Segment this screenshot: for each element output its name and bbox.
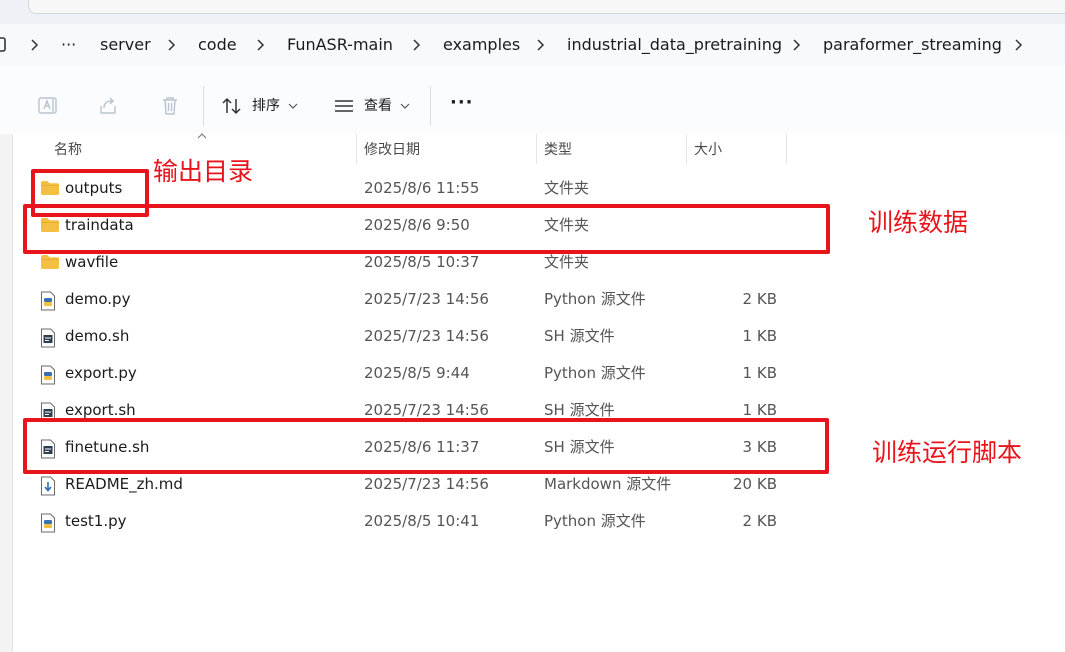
chevron-right-icon[interactable]	[789, 37, 805, 53]
annotation-label-traindata: 训练数据	[868, 208, 969, 237]
file-type: 文件夹	[544, 179, 590, 197]
command-bar: 排序 查看 ···	[0, 66, 1065, 135]
file-modified-date: 2025/8/5 10:41	[364, 512, 480, 530]
file-name: demo.sh	[65, 327, 130, 345]
file-list: 名称 修改日期 类型 大小 outputs 2025/8/6 11:55 文件夹 tr…	[0, 133, 1065, 652]
breadcrumb-item-industrial-data-pretraining[interactable]: industrial_data_pretraining	[567, 35, 782, 55]
annotation-label-outputs: 输出目录	[153, 157, 254, 186]
annotation-box-finetune	[23, 418, 829, 474]
breadcrumb-item-code[interactable]: code	[198, 35, 237, 55]
breadcrumb-overflow[interactable]: ···	[61, 35, 76, 55]
file-size: 20 KB	[733, 475, 777, 493]
file-row-export-py[interactable]: export.py 2025/8/5 9:44 Python 源文件 1 KB	[22, 356, 822, 390]
chevron-down-icon[interactable]	[288, 102, 298, 110]
python-file-icon	[40, 291, 56, 315]
python-file-icon	[40, 513, 56, 537]
file-size: 1 KB	[742, 327, 777, 345]
column-divider[interactable]	[356, 134, 357, 164]
file-size: 1 KB	[742, 364, 777, 382]
file-row-test1-py[interactable]: test1.py 2025/8/5 10:41 Python 源文件 2 KB	[22, 504, 822, 538]
sort-icon[interactable]	[221, 96, 243, 116]
column-divider[interactable]	[536, 134, 537, 164]
file-modified-date: 2025/7/23 14:56	[364, 290, 489, 308]
delete-icon[interactable]	[159, 95, 181, 117]
file-name: test1.py	[65, 512, 127, 530]
file-modified-date: 2025/8/5 9:44	[364, 364, 470, 382]
breadcrumb-item-server[interactable]: server	[100, 35, 151, 55]
column-header-modified[interactable]: 修改日期	[364, 141, 420, 159]
more-options-button[interactable]: ···	[450, 94, 474, 112]
file-type: Python 源文件	[544, 512, 646, 530]
file-name: README_zh.md	[65, 475, 183, 493]
annotation-label-finetune: 训练运行脚本	[872, 438, 1023, 467]
file-row-demo-py[interactable]: demo.py 2025/7/23 14:56 Python 源文件 2 KB	[22, 282, 822, 316]
navigation-pane-edge	[0, 134, 13, 652]
file-modified-date: 2025/7/23 14:56	[364, 327, 489, 345]
chevron-right-icon[interactable]	[533, 37, 549, 53]
file-size: 2 KB	[742, 512, 777, 530]
toolbar-divider	[203, 86, 204, 126]
column-divider[interactable]	[786, 134, 787, 164]
file-row-demo-sh[interactable]: demo.sh 2025/7/23 14:56 SH 源文件 1 KB	[22, 319, 822, 353]
sort-ascending-icon	[197, 133, 207, 139]
chevron-right-icon[interactable]	[409, 37, 425, 53]
title-strip	[0, 0, 1065, 24]
file-type: SH 源文件	[544, 327, 615, 345]
breadcrumb-item-examples[interactable]: examples	[443, 35, 520, 55]
file-name: wavfile	[65, 253, 119, 271]
rename-icon[interactable]	[37, 95, 59, 117]
column-header-name[interactable]: 名称	[54, 141, 82, 159]
column-divider[interactable]	[686, 134, 687, 164]
browser-tab[interactable]	[28, 0, 1065, 14]
chevron-right-icon[interactable]	[1011, 37, 1027, 53]
file-type: Python 源文件	[544, 364, 646, 382]
column-header-type[interactable]: 类型	[544, 141, 572, 159]
breadcrumb-item-funasr-main[interactable]: FunASR-main	[287, 35, 393, 55]
share-icon[interactable]	[98, 95, 120, 117]
breadcrumb-item-paraformer-streaming[interactable]: paraformer_streaming	[823, 35, 1002, 55]
file-type: 文件夹	[544, 253, 590, 271]
chevron-right-icon[interactable]	[164, 37, 180, 53]
toolbar-divider	[430, 86, 431, 126]
sort-button[interactable]: 排序	[252, 97, 280, 115]
markdown-file-icon	[40, 476, 56, 500]
file-name: demo.py	[65, 290, 131, 308]
view-icon[interactable]	[333, 97, 355, 115]
column-header-size[interactable]: 大小	[694, 141, 722, 159]
file-modified-date: 2025/8/6 11:55	[364, 179, 480, 197]
chevron-right-icon[interactable]	[27, 37, 43, 53]
shell-file-icon	[40, 328, 56, 352]
python-file-icon	[40, 365, 56, 389]
folder-icon	[40, 254, 60, 274]
file-type: Markdown 源文件	[544, 475, 672, 493]
view-button[interactable]: 查看	[364, 97, 392, 115]
file-size: 2 KB	[742, 290, 777, 308]
chevron-right-icon[interactable]	[253, 37, 269, 53]
monitor-icon[interactable]	[0, 36, 8, 54]
file-type: Python 源文件	[544, 290, 646, 308]
annotation-box-traindata	[23, 204, 830, 254]
chevron-down-icon[interactable]	[400, 102, 410, 110]
breadcrumb: ··· server code FunASR-main examples ind…	[0, 24, 1065, 66]
file-name: export.py	[65, 364, 137, 382]
file-modified-date: 2025/8/5 10:37	[364, 253, 480, 271]
file-modified-date: 2025/7/23 14:56	[364, 475, 489, 493]
